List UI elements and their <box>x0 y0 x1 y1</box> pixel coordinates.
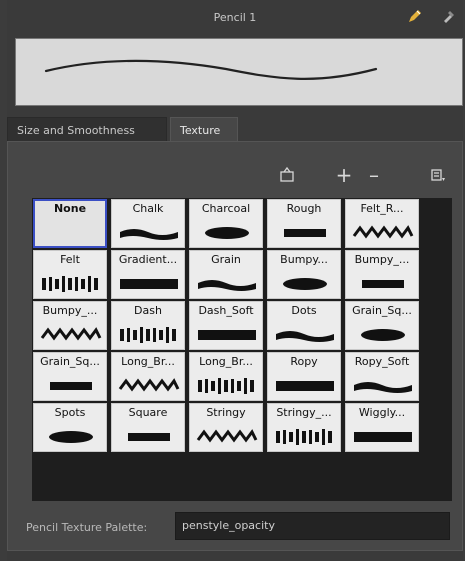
texture-cell[interactable]: Ropy_Soft <box>345 352 419 401</box>
texture-toolbar: + – <box>8 142 462 192</box>
texture-label: Rough <box>286 202 322 215</box>
tab-size-and-smoothness[interactable]: Size and Smoothness <box>7 117 167 142</box>
texture-swatch <box>284 229 326 237</box>
texture-swatch <box>49 431 93 443</box>
texture-cell[interactable]: Stringy_... <box>267 403 341 452</box>
texture-cell[interactable]: Grain_Sq... <box>345 301 419 350</box>
texture-cell[interactable]: Dash <box>111 301 185 350</box>
texture-cell[interactable]: Stringy <box>189 403 263 452</box>
texture-label: Long_Br... <box>199 355 253 368</box>
texture-cell[interactable]: Dots <box>267 301 341 350</box>
texture-swatch <box>362 280 404 288</box>
texture-cell[interactable]: Rough <box>267 199 341 248</box>
texture-swatch <box>120 327 176 343</box>
texture-label: Grain_Sq... <box>352 304 412 317</box>
texture-swatch <box>205 227 249 239</box>
texture-swatch <box>50 382 92 390</box>
texture-swatch <box>361 329 405 341</box>
texture-swatch <box>198 330 256 340</box>
texture-label: Dash_Soft <box>198 304 254 317</box>
texture-label: Felt <box>60 253 80 266</box>
stroke-preview-curve <box>44 59 378 80</box>
texture-label: Ropy <box>290 355 318 368</box>
texture-label: Chalk <box>132 202 164 215</box>
pencil-properties-panel: Pencil 1 Size and Smoothness Texture + – <box>7 0 463 561</box>
texture-swatch <box>42 276 98 292</box>
texture-cell[interactable]: Long_Br... <box>111 352 185 401</box>
panel-title: Pencil 1 <box>213 11 257 24</box>
palette-name-field[interactable]: penstyle_opacity <box>175 512 450 540</box>
texture-label: Bumpy_... <box>42 304 98 317</box>
texture-tab-content: + – None Chalk Charcoal Rough Felt_R... Felt G… <box>7 141 463 551</box>
texture-grid: None Chalk Charcoal Rough Felt_R... Felt Gradi… <box>32 198 452 501</box>
palette-label: Pencil Texture Palette: <box>26 521 148 534</box>
texture-cell[interactable]: Grain_Sq... <box>33 352 107 401</box>
texture-swatch <box>40 327 102 341</box>
texture-cell[interactable]: Bumpy_... <box>345 250 419 299</box>
stroke-preview <box>15 38 463 106</box>
texture-cell[interactable]: Wiggly... <box>345 403 419 452</box>
texture-label: Grain <box>211 253 241 266</box>
texture-cell[interactable]: Bumpy_... <box>33 301 107 350</box>
plus-icon[interactable]: + <box>335 165 353 185</box>
texture-label: Stringy <box>206 406 246 419</box>
texture-label: Charcoal <box>201 202 251 215</box>
texture-swatch <box>198 280 256 291</box>
texture-label: Long_Br... <box>121 355 175 368</box>
texture-cell[interactable]: Ropy <box>267 352 341 401</box>
texture-label: Dots <box>291 304 317 317</box>
texture-label: Square <box>128 406 168 419</box>
texture-cell[interactable]: None <box>33 199 107 248</box>
dropper-icon[interactable] <box>441 8 457 24</box>
texture-cell[interactable]: Bumpy... <box>267 250 341 299</box>
texture-swatch <box>120 279 178 289</box>
texture-label: Stringy_... <box>276 406 332 419</box>
texture-label: None <box>53 202 87 215</box>
texture-swatch <box>196 429 258 443</box>
texture-cell[interactable]: Gradient... <box>111 250 185 299</box>
menu-icon[interactable] <box>429 166 447 184</box>
texture-label: Ropy_Soft <box>354 355 410 368</box>
texture-swatch <box>354 432 412 442</box>
texture-label: Felt_R... <box>360 202 404 215</box>
texture-swatch <box>354 382 412 393</box>
tab-texture[interactable]: Texture <box>170 117 238 142</box>
texture-label: Bumpy... <box>280 253 328 266</box>
texture-cell[interactable]: Spots <box>33 403 107 452</box>
texture-label: Wiggly... <box>358 406 406 419</box>
texture-swatch <box>198 378 254 394</box>
texture-label: Dash <box>134 304 162 317</box>
texture-swatch <box>283 278 327 290</box>
texture-label: Gradient... <box>118 253 178 266</box>
texture-cell[interactable]: Chalk <box>111 199 185 248</box>
texture-cell[interactable]: Felt_R... <box>345 199 419 248</box>
texture-label: Spots <box>54 406 86 419</box>
texture-swatch <box>128 433 170 441</box>
texture-cell[interactable]: Grain <box>189 250 263 299</box>
texture-cell[interactable]: Square <box>111 403 185 452</box>
texture-label: Grain_Sq... <box>40 355 100 368</box>
texture-swatch <box>276 331 334 342</box>
import-texture-icon[interactable] <box>278 166 296 184</box>
texture-swatch <box>276 381 334 391</box>
tab-bar: Size and Smoothness Texture <box>7 117 463 142</box>
texture-label: Bumpy_... <box>354 253 410 266</box>
texture-swatch <box>120 229 178 240</box>
texture-cell[interactable]: Long_Br... <box>189 352 263 401</box>
texture-swatch <box>352 225 414 239</box>
texture-swatch <box>276 429 332 445</box>
minus-icon[interactable]: – <box>365 165 383 185</box>
texture-cell[interactable]: Dash_Soft <box>189 301 263 350</box>
texture-cell[interactable]: Charcoal <box>189 199 263 248</box>
texture-cell[interactable]: Felt <box>33 250 107 299</box>
pencil-edit-icon[interactable] <box>407 8 423 24</box>
texture-swatch <box>118 378 180 392</box>
